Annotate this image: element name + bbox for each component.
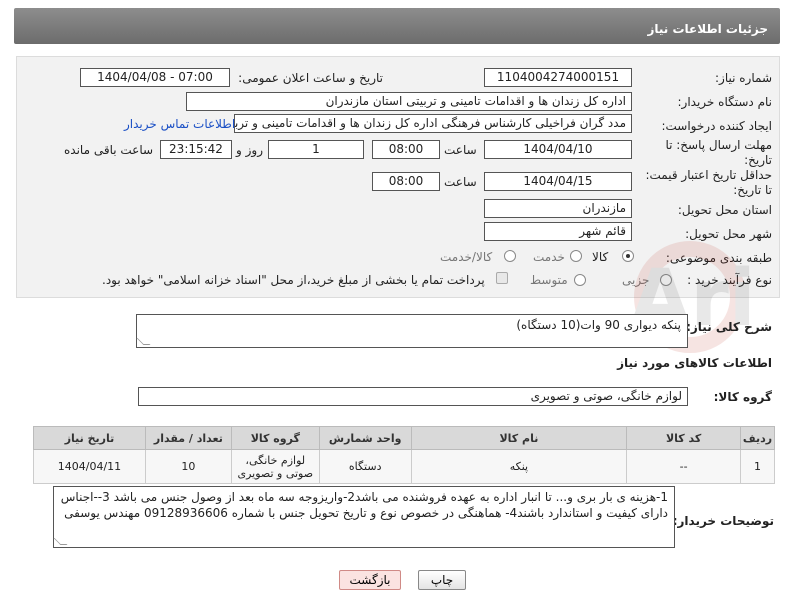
payment-note: پرداخت تمام یا بخشی از مبلغ خرید،از محل … (102, 273, 485, 287)
col-name-header: نام کالا (410, 426, 628, 450)
reply-time-label: ساعت (444, 143, 477, 157)
col-unit-header: واحد شمارش (318, 426, 412, 450)
resize-grip-icon[interactable] (136, 338, 151, 345)
page-title: جزئیات اطلاعات نیاز (647, 22, 768, 36)
reply-deadline-label: مهلت ارسال پاسخ: تا تاریخ: (665, 138, 772, 167)
province-label: استان محل تحویل: (677, 203, 772, 217)
col-group-header: گروه کالا (230, 426, 320, 450)
cell-code: -- (626, 449, 742, 484)
need-number-field: 1104004274000151 (484, 68, 632, 87)
cell-name: پنکه (410, 449, 628, 484)
buyer-org-field: اداره کل زندان ها و اقدامات تامینی و ترب… (186, 92, 632, 111)
print-button[interactable]: چاپ (418, 570, 466, 590)
col-code-header: کد کالا (626, 426, 742, 450)
day-count-field: 1 (268, 140, 364, 159)
day-label: روز و (236, 143, 263, 157)
reply-date-field: 1404/04/10 (484, 140, 632, 159)
goods-table: ردیف کد کالا نام کالا واحد شمارش گروه کا… (33, 426, 775, 484)
need-number-label: شماره نیاز: (715, 71, 772, 85)
summary-label: شرح کلی نیاز: (686, 320, 772, 334)
category-label: طبقه بندی موضوعی: (665, 251, 772, 265)
buyer-notes-text: 1-هزینه ی بار بری و... تا انبار اداره به… (60, 490, 668, 520)
price-validity-label: حداقل تاریخ اعتبار قیمت: تا تاریخ: (645, 168, 772, 197)
table-row: 1 -- پنکه دستگاه لوازم خانگی، صوتی و تصو… (33, 449, 775, 484)
buyer-notes-label: توضیحات خریدار: (672, 514, 774, 528)
buyer-org-label: نام دستگاه خریدار: (677, 95, 773, 109)
city-label: شهر محل تحویل: (685, 227, 772, 241)
price-time-label: ساعت (444, 175, 477, 189)
remaining-label: ساعت باقی مانده (64, 143, 154, 157)
cell-date: 1404/04/11 (33, 449, 146, 484)
cell-unit: دستگاه (318, 449, 412, 484)
city-field: قائم شهر (484, 222, 632, 241)
cell-group: لوازم خانگی، صوتی و تصویری (230, 449, 320, 484)
contact-buyer-link[interactable]: اطلاعات تماس خریدار (124, 117, 235, 131)
process-medium-radio[interactable] (574, 274, 586, 286)
treasury-payment-checkbox[interactable] (496, 272, 508, 284)
col-qty-header: تعداد / مقدار (144, 426, 232, 450)
creator-label: ایجاد کننده درخواست: (661, 119, 772, 133)
price-time-field: 08:00 (372, 172, 440, 191)
province-field: مازندران (484, 199, 632, 218)
process-minor-radio[interactable] (660, 274, 672, 286)
category-both-label: کالا/خدمت (440, 250, 493, 264)
category-both-radio[interactable] (504, 250, 516, 262)
process-medium-label: متوسط (530, 273, 568, 287)
category-service-label: خدمت (533, 250, 565, 264)
summary-text: پنکه دیواری 90 وات(10 دستگاه) (516, 318, 681, 332)
table-header-row: ردیف کد کالا نام کالا واحد شمارش گروه کا… (33, 426, 775, 450)
category-goods-radio[interactable] (622, 250, 634, 262)
col-date-header: تاریخ نیاز (33, 426, 146, 450)
buyer-notes-textarea[interactable]: 1-هزینه ی بار بری و... تا انبار اداره به… (53, 486, 675, 548)
cell-row: 1 (740, 449, 775, 484)
summary-textarea[interactable]: پنکه دیواری 90 وات(10 دستگاه) (136, 314, 688, 348)
process-label: نوع فرآیند خرید : (687, 273, 772, 287)
reply-time-field: 08:00 (372, 140, 440, 159)
category-goods-label: کالا (592, 250, 609, 264)
announce-field: 1404/04/08 - 07:00 (80, 68, 230, 87)
resize-grip-icon[interactable] (53, 538, 68, 545)
category-service-radio[interactable] (570, 250, 582, 262)
cell-qty: 10 (144, 449, 232, 484)
price-date-field: 1404/04/15 (484, 172, 632, 191)
announce-label: تاریخ و ساعت اعلان عمومی: (238, 71, 383, 85)
page-root: جزئیات اطلاعات نیاز شماره نیاز: 11040042… (0, 0, 788, 606)
goods-group-label: گروه کالا: (713, 390, 772, 404)
goods-section-title: اطلاعات کالاهای مورد نیاز (617, 356, 772, 370)
col-row-header: ردیف (740, 426, 775, 450)
creator-field: مدد گران فراخیلی کارشناس فرهنگی اداره کل… (234, 114, 632, 133)
goods-group-field: لوازم خانگی، صوتی و تصویری (138, 387, 688, 406)
process-minor-label: جزیی (622, 273, 650, 287)
page-header: جزئیات اطلاعات نیاز (14, 8, 780, 44)
back-button[interactable]: بازگشت (339, 570, 401, 590)
remaining-time-field: 23:15:42 (160, 140, 232, 159)
